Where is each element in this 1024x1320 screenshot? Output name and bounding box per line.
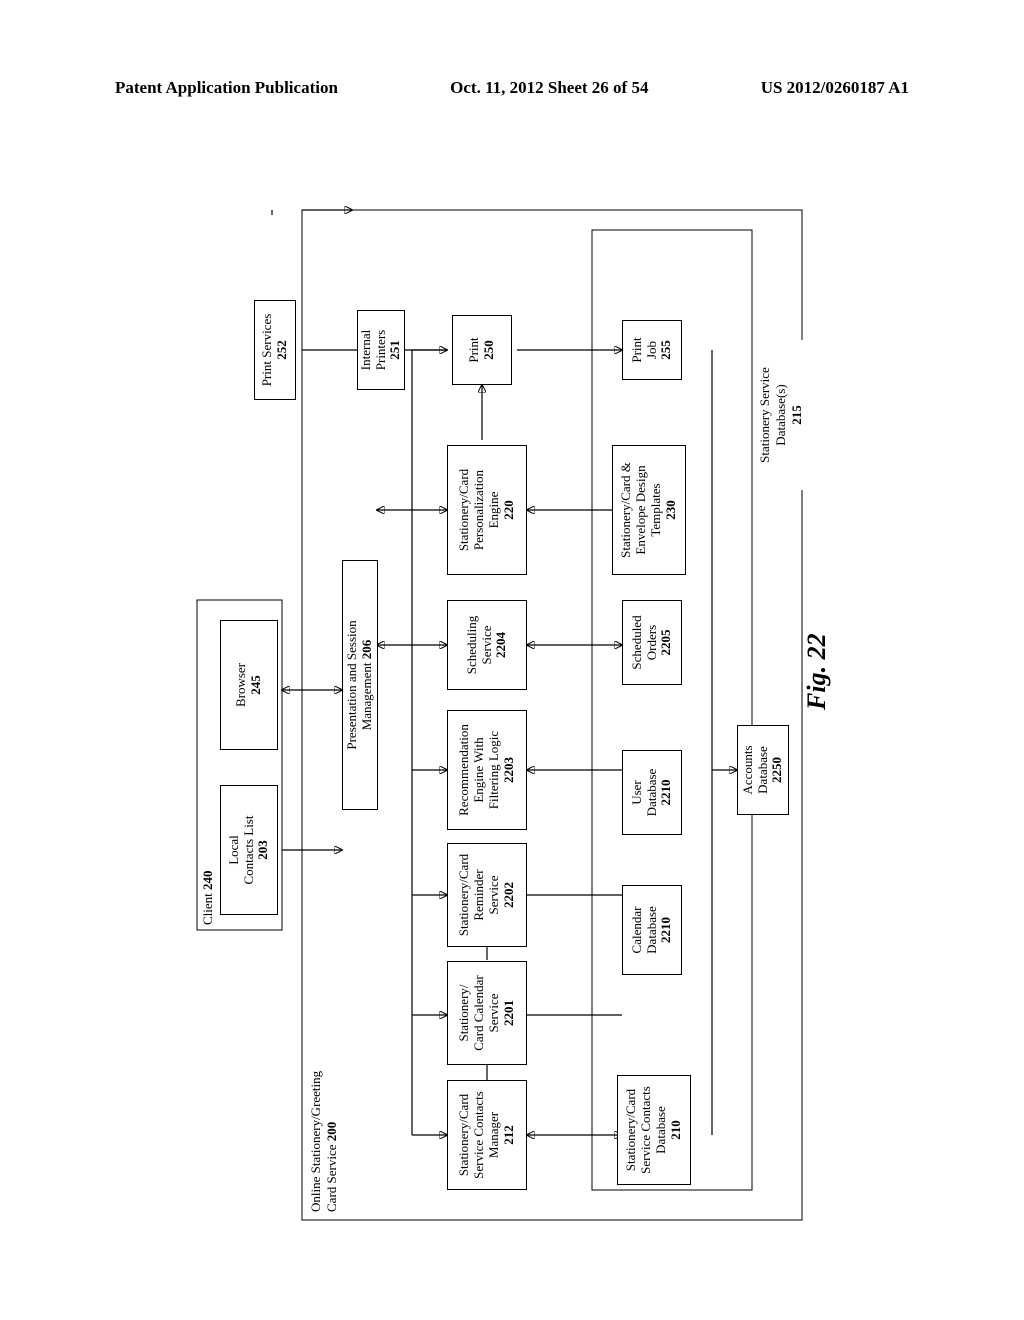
scheduling-box: Scheduling Service 2204 [447,600,527,690]
templates-box: Stationery/Card & Envelope Design Templa… [612,445,686,575]
calendar-service-box: Stationery/ Card Calendar Service 2201 [447,961,527,1065]
page-header: Patent Application Publication Oct. 11, … [115,78,909,98]
presentation-session-box: Presentation and Session Management 206 [342,560,378,810]
figure-22-diagram: Client 240 Local Contacts List 203 Brows… [192,170,832,1230]
browser-box: Browser 245 [220,620,278,750]
print-box: Print 250 [452,315,512,385]
print-services-box: Print Services 252 [254,300,296,400]
client-title: Client 240 [200,870,216,925]
internal-printers-box: Internal Printers 251 [357,310,405,390]
reminder-service-box: Stationery/Card Reminder Service 2202 [447,843,527,947]
service-title: Online Stationery/Greeting Card Service … [308,1071,340,1212]
scheduled-orders-box: Scheduled Orders 2205 [622,600,682,685]
personalization-box: Stationery/Card Personalization Engine 2… [447,445,527,575]
recommendation-box: Recommendation Engine With Filtering Log… [447,710,527,830]
header-center: Oct. 11, 2012 Sheet 26 of 54 [450,78,648,98]
user-db-box: User Database 2210 [622,750,682,835]
print-job-box: Print Job 255 [622,320,682,380]
header-right: US 2012/0260187 A1 [761,78,909,98]
figure-label: Fig. 22 [802,633,832,710]
contacts-db-box: Stationery/Card Service Contacts Databas… [617,1075,691,1185]
accounts-db-box: Accounts Database 2250 [737,725,789,815]
local-contacts-box: Local Contacts List 203 [220,785,278,915]
db-group-label: Stationery Service Database(s) 215 [757,340,805,490]
calendar-db-box: Calendar Database 2210 [622,885,682,975]
contacts-manager-box: Stationery/Card Service Contacts Manager… [447,1080,527,1190]
header-left: Patent Application Publication [115,78,338,98]
